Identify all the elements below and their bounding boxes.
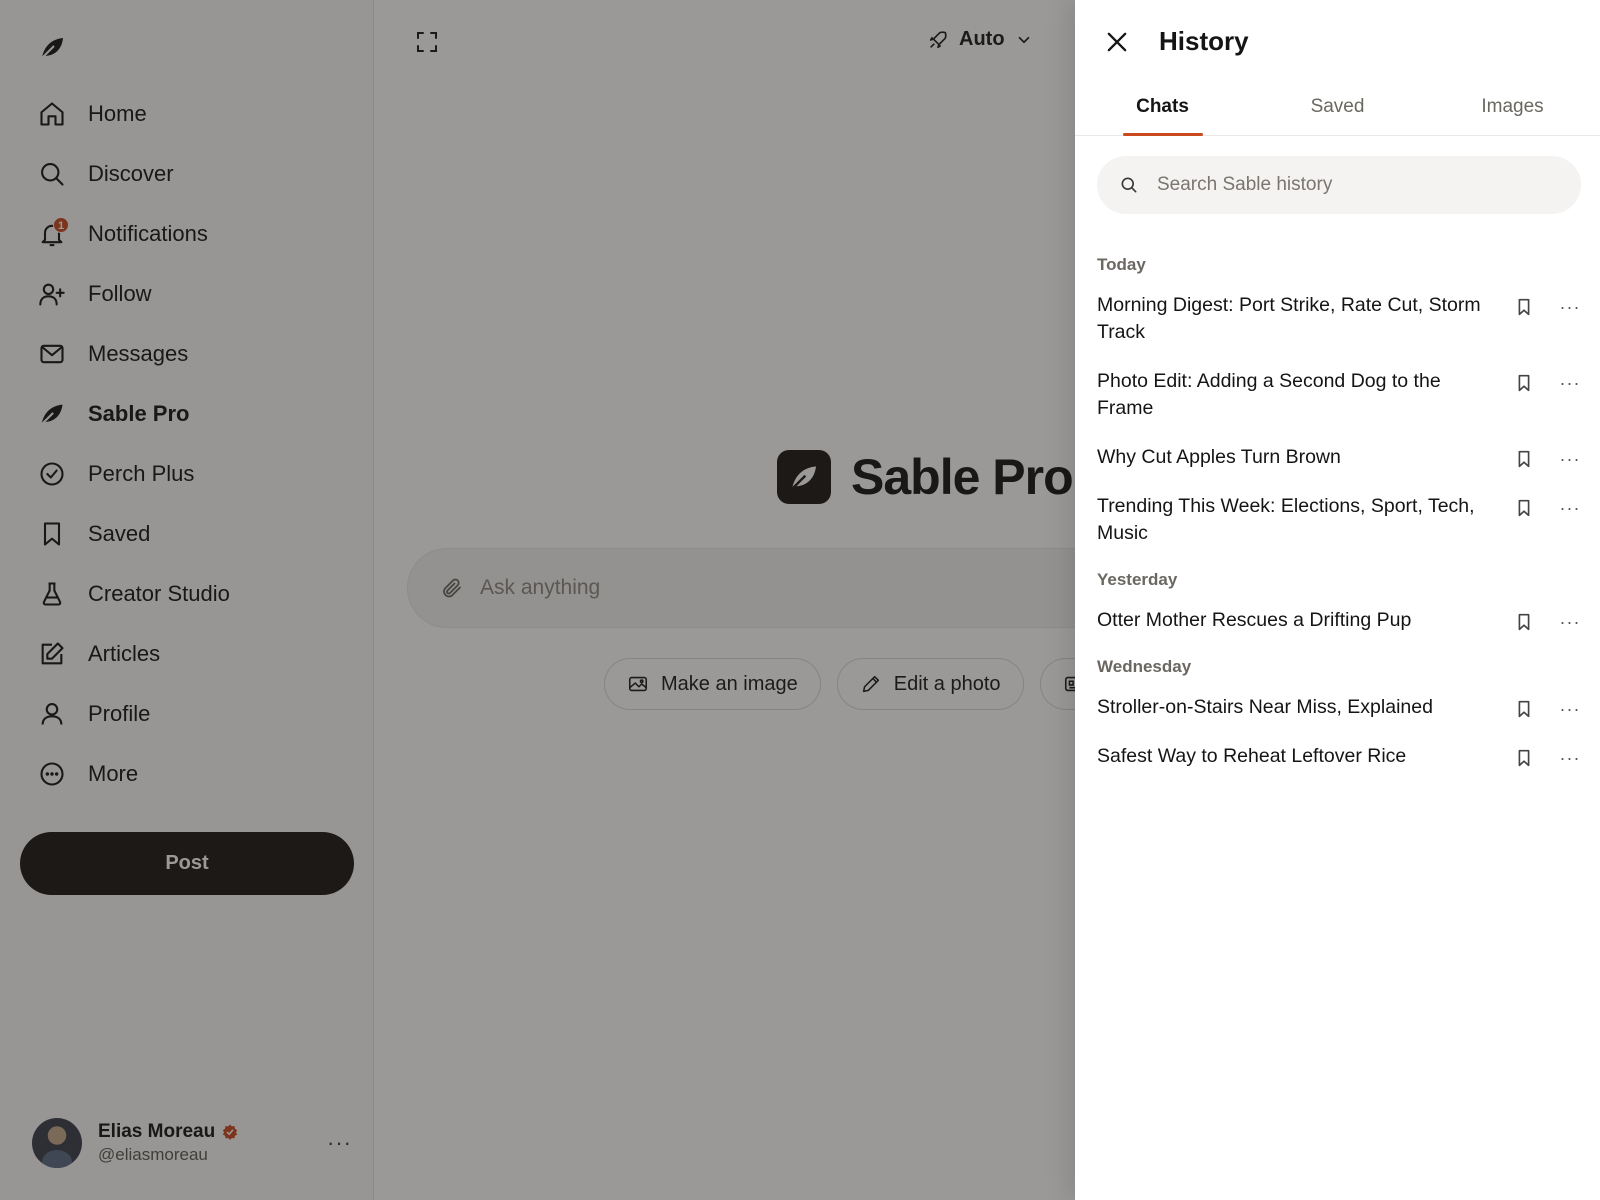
history-panel: History Chats Saved Images Today Morning…	[1075, 0, 1600, 1200]
history-item-actions: ···	[1501, 493, 1581, 519]
tab-images[interactable]: Images	[1425, 82, 1600, 135]
bookmark-icon[interactable]	[1513, 372, 1535, 394]
group-label-yesterday: Yesterday	[1097, 570, 1178, 589]
history-search-input[interactable]	[1157, 174, 1537, 196]
history-item-actions: ···	[1501, 368, 1581, 394]
history-item-actions: ···	[1501, 743, 1581, 769]
history-item-title: Why Cut Apples Turn Brown	[1097, 446, 1341, 468]
more-options-button[interactable]: ···	[1559, 699, 1581, 719]
history-item-title: Stroller-on-Stairs Near Miss, Explained	[1097, 696, 1433, 718]
history-item-actions: ···	[1501, 292, 1581, 318]
more-options-button[interactable]: ···	[1559, 748, 1581, 768]
history-item-title: Safest Way to Reheat Leftover Rice	[1097, 745, 1407, 767]
history-item[interactable]: Morning Digest: Port Strike, Rate Cut, S…	[1097, 282, 1581, 358]
more-options-button[interactable]: ···	[1559, 498, 1581, 518]
bookmark-icon[interactable]	[1513, 448, 1535, 470]
search-icon	[1121, 177, 1137, 193]
close-icon[interactable]	[1103, 28, 1131, 56]
history-item[interactable]: Stroller-on-Stairs Near Miss, Explained …	[1097, 684, 1581, 733]
history-item-title: Otter Mother Rescues a Drifting Pup	[1097, 609, 1412, 631]
history-search	[1097, 156, 1581, 214]
bookmark-icon[interactable]	[1513, 747, 1535, 769]
history-item[interactable]: Trending This Week: Elections, Sport, Te…	[1097, 483, 1581, 559]
more-options-button[interactable]: ···	[1559, 373, 1581, 393]
panel-title: History	[1159, 26, 1249, 56]
bookmark-icon[interactable]	[1513, 611, 1535, 633]
modal-backdrop[interactable]	[0, 0, 1075, 1200]
bookmark-icon[interactable]	[1513, 497, 1535, 519]
history-list: Today Morning Digest: Port Strike, Rate …	[1097, 244, 1581, 782]
more-options-button[interactable]: ···	[1559, 449, 1581, 469]
history-item-title: Trending This Week: Elections, Sport, Te…	[1097, 495, 1475, 544]
history-item-actions: ···	[1501, 607, 1581, 633]
tab-saved[interactable]: Saved	[1250, 82, 1425, 135]
tab-chats[interactable]: Chats	[1075, 82, 1250, 135]
history-item[interactable]: Otter Mother Rescues a Drifting Pup ···	[1097, 597, 1581, 646]
bookmark-icon[interactable]	[1513, 296, 1535, 318]
history-item[interactable]: Safest Way to Reheat Leftover Rice ···	[1097, 733, 1581, 782]
more-options-button[interactable]: ···	[1559, 297, 1581, 317]
more-options-button[interactable]: ···	[1559, 612, 1581, 632]
history-item[interactable]: Photo Edit: Adding a Second Dog to the F…	[1097, 358, 1581, 434]
history-item-title: Photo Edit: Adding a Second Dog to the F…	[1097, 370, 1441, 419]
history-tabs: Chats Saved Images	[1075, 82, 1600, 136]
bookmark-icon[interactable]	[1513, 698, 1535, 720]
history-item-title: Morning Digest: Port Strike, Rate Cut, S…	[1097, 294, 1481, 343]
history-item-actions: ···	[1501, 694, 1581, 720]
history-item[interactable]: Why Cut Apples Turn Brown ···	[1097, 434, 1581, 483]
history-item-actions: ···	[1501, 444, 1581, 470]
group-label-today: Today	[1097, 255, 1146, 274]
group-label-wednesday: Wednesday	[1097, 657, 1192, 676]
